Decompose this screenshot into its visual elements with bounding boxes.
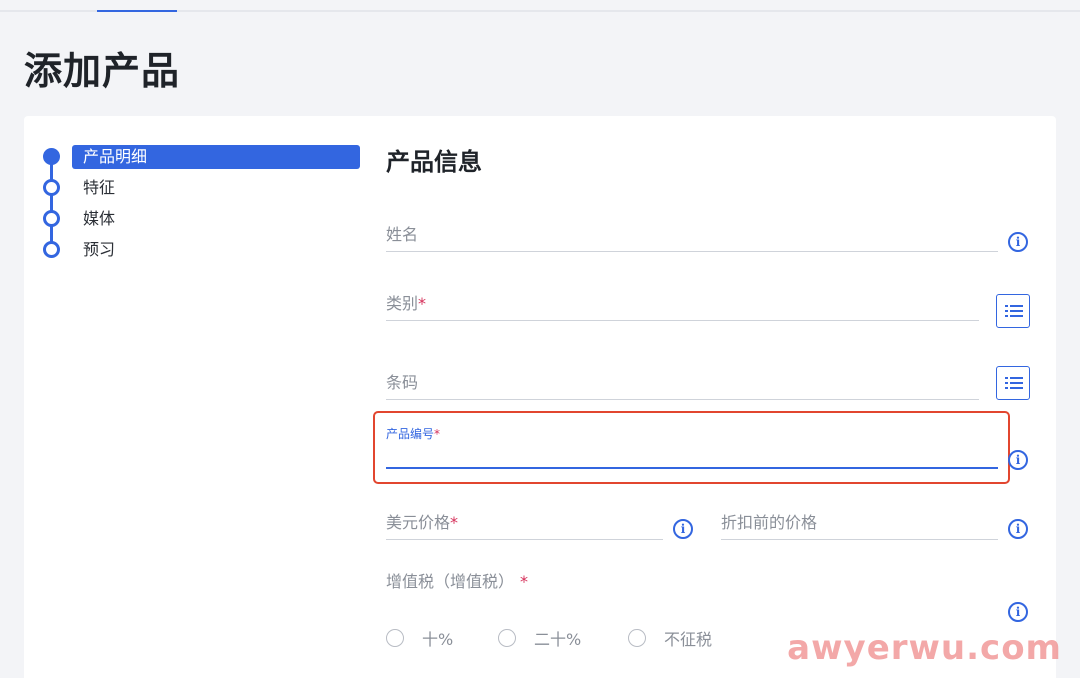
- step-dot: [43, 179, 60, 196]
- watermark: awyerwu.com: [787, 628, 1062, 668]
- vat-option-10[interactable]: 十%: [386, 626, 453, 650]
- step-product-details[interactable]: 产品明细: [41, 141, 361, 172]
- price-usd-label: 美元价格*: [386, 513, 459, 532]
- step-label: 产品明细: [72, 144, 360, 169]
- vat-option-exempt[interactable]: 不征税: [628, 626, 712, 650]
- product-form-card: 产品明细 特征 媒体 预习 产品信息 姓名 i 类别* 条码 产品编号* i 美…: [24, 116, 1056, 678]
- category-label: 类别*: [386, 294, 427, 313]
- step-features[interactable]: 特征: [41, 172, 361, 203]
- barcode-list-button[interactable]: [996, 366, 1030, 400]
- price-before-discount-label: 折扣前的价格: [721, 513, 818, 532]
- info-icon[interactable]: i: [1008, 519, 1028, 539]
- info-icon[interactable]: i: [1008, 450, 1028, 470]
- highlight-box: [373, 411, 1010, 484]
- category-list-button[interactable]: [996, 294, 1030, 328]
- step-media[interactable]: 媒体: [41, 203, 361, 234]
- page-title: 添加产品: [24, 49, 181, 93]
- name-field[interactable]: 姓名: [386, 220, 998, 252]
- step-dot: [43, 210, 60, 227]
- step-label: 预习: [83, 239, 116, 259]
- radio-circle: [386, 629, 404, 647]
- radio-circle: [498, 629, 516, 647]
- active-tab-indicator: [97, 10, 177, 12]
- info-icon[interactable]: i: [1008, 232, 1028, 252]
- section-title: 产品信息: [386, 148, 482, 176]
- product-code-label: 产品编号*: [386, 427, 441, 441]
- list-icon: [1005, 305, 1008, 307]
- step-dot: [43, 148, 60, 165]
- vat-label: 增值税（增值税） *: [386, 572, 529, 591]
- step-label: 媒体: [83, 208, 116, 228]
- stepper: 产品明细 特征 媒体 预习: [41, 141, 361, 265]
- step-dot: [43, 241, 60, 258]
- info-icon[interactable]: i: [1008, 602, 1028, 622]
- price-usd-field[interactable]: 美元价格*: [386, 508, 663, 540]
- radio-circle: [628, 629, 646, 647]
- barcode-field[interactable]: 条码: [386, 368, 979, 400]
- radio-label: 不征税: [664, 630, 713, 649]
- step-preview[interactable]: 预习: [41, 234, 361, 265]
- category-field[interactable]: 类别*: [386, 289, 979, 321]
- radio-label: 二十%: [534, 630, 582, 649]
- list-icon: [1005, 377, 1008, 379]
- barcode-label: 条码: [386, 373, 419, 392]
- info-icon[interactable]: i: [673, 519, 693, 539]
- top-tab-bar: [0, 0, 1080, 12]
- radio-label: 十%: [422, 630, 454, 649]
- step-label: 特征: [83, 177, 116, 197]
- name-label: 姓名: [386, 225, 419, 244]
- vat-option-20[interactable]: 二十%: [498, 626, 581, 650]
- price-before-discount-field[interactable]: 折扣前的价格: [721, 508, 998, 540]
- product-code-input[interactable]: [386, 467, 998, 469]
